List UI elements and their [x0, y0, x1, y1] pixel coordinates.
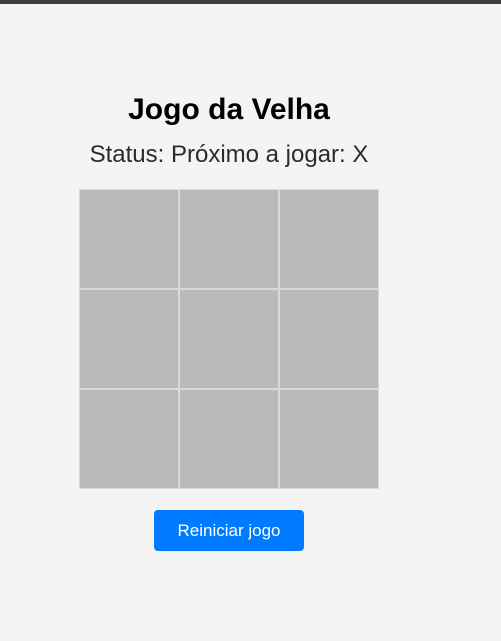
- board-cell-5[interactable]: [179, 289, 279, 389]
- board-cell-1[interactable]: [79, 189, 179, 289]
- board-cell-7[interactable]: [79, 389, 179, 489]
- page-title: Jogo da Velha: [128, 93, 330, 126]
- restart-game-button[interactable]: Reiniciar jogo: [154, 510, 304, 551]
- board-cell-3[interactable]: [279, 189, 379, 289]
- board-cell-2[interactable]: [179, 189, 279, 289]
- board-cell-8[interactable]: [179, 389, 279, 489]
- game-container: Jogo da Velha Status: Próximo a jogar: X…: [0, 0, 458, 551]
- board-cell-4[interactable]: [79, 289, 179, 389]
- board-cell-9[interactable]: [279, 389, 379, 489]
- game-board: [79, 189, 379, 489]
- board-cell-6[interactable]: [279, 289, 379, 389]
- status-text: Status: Próximo a jogar: X: [89, 141, 369, 168]
